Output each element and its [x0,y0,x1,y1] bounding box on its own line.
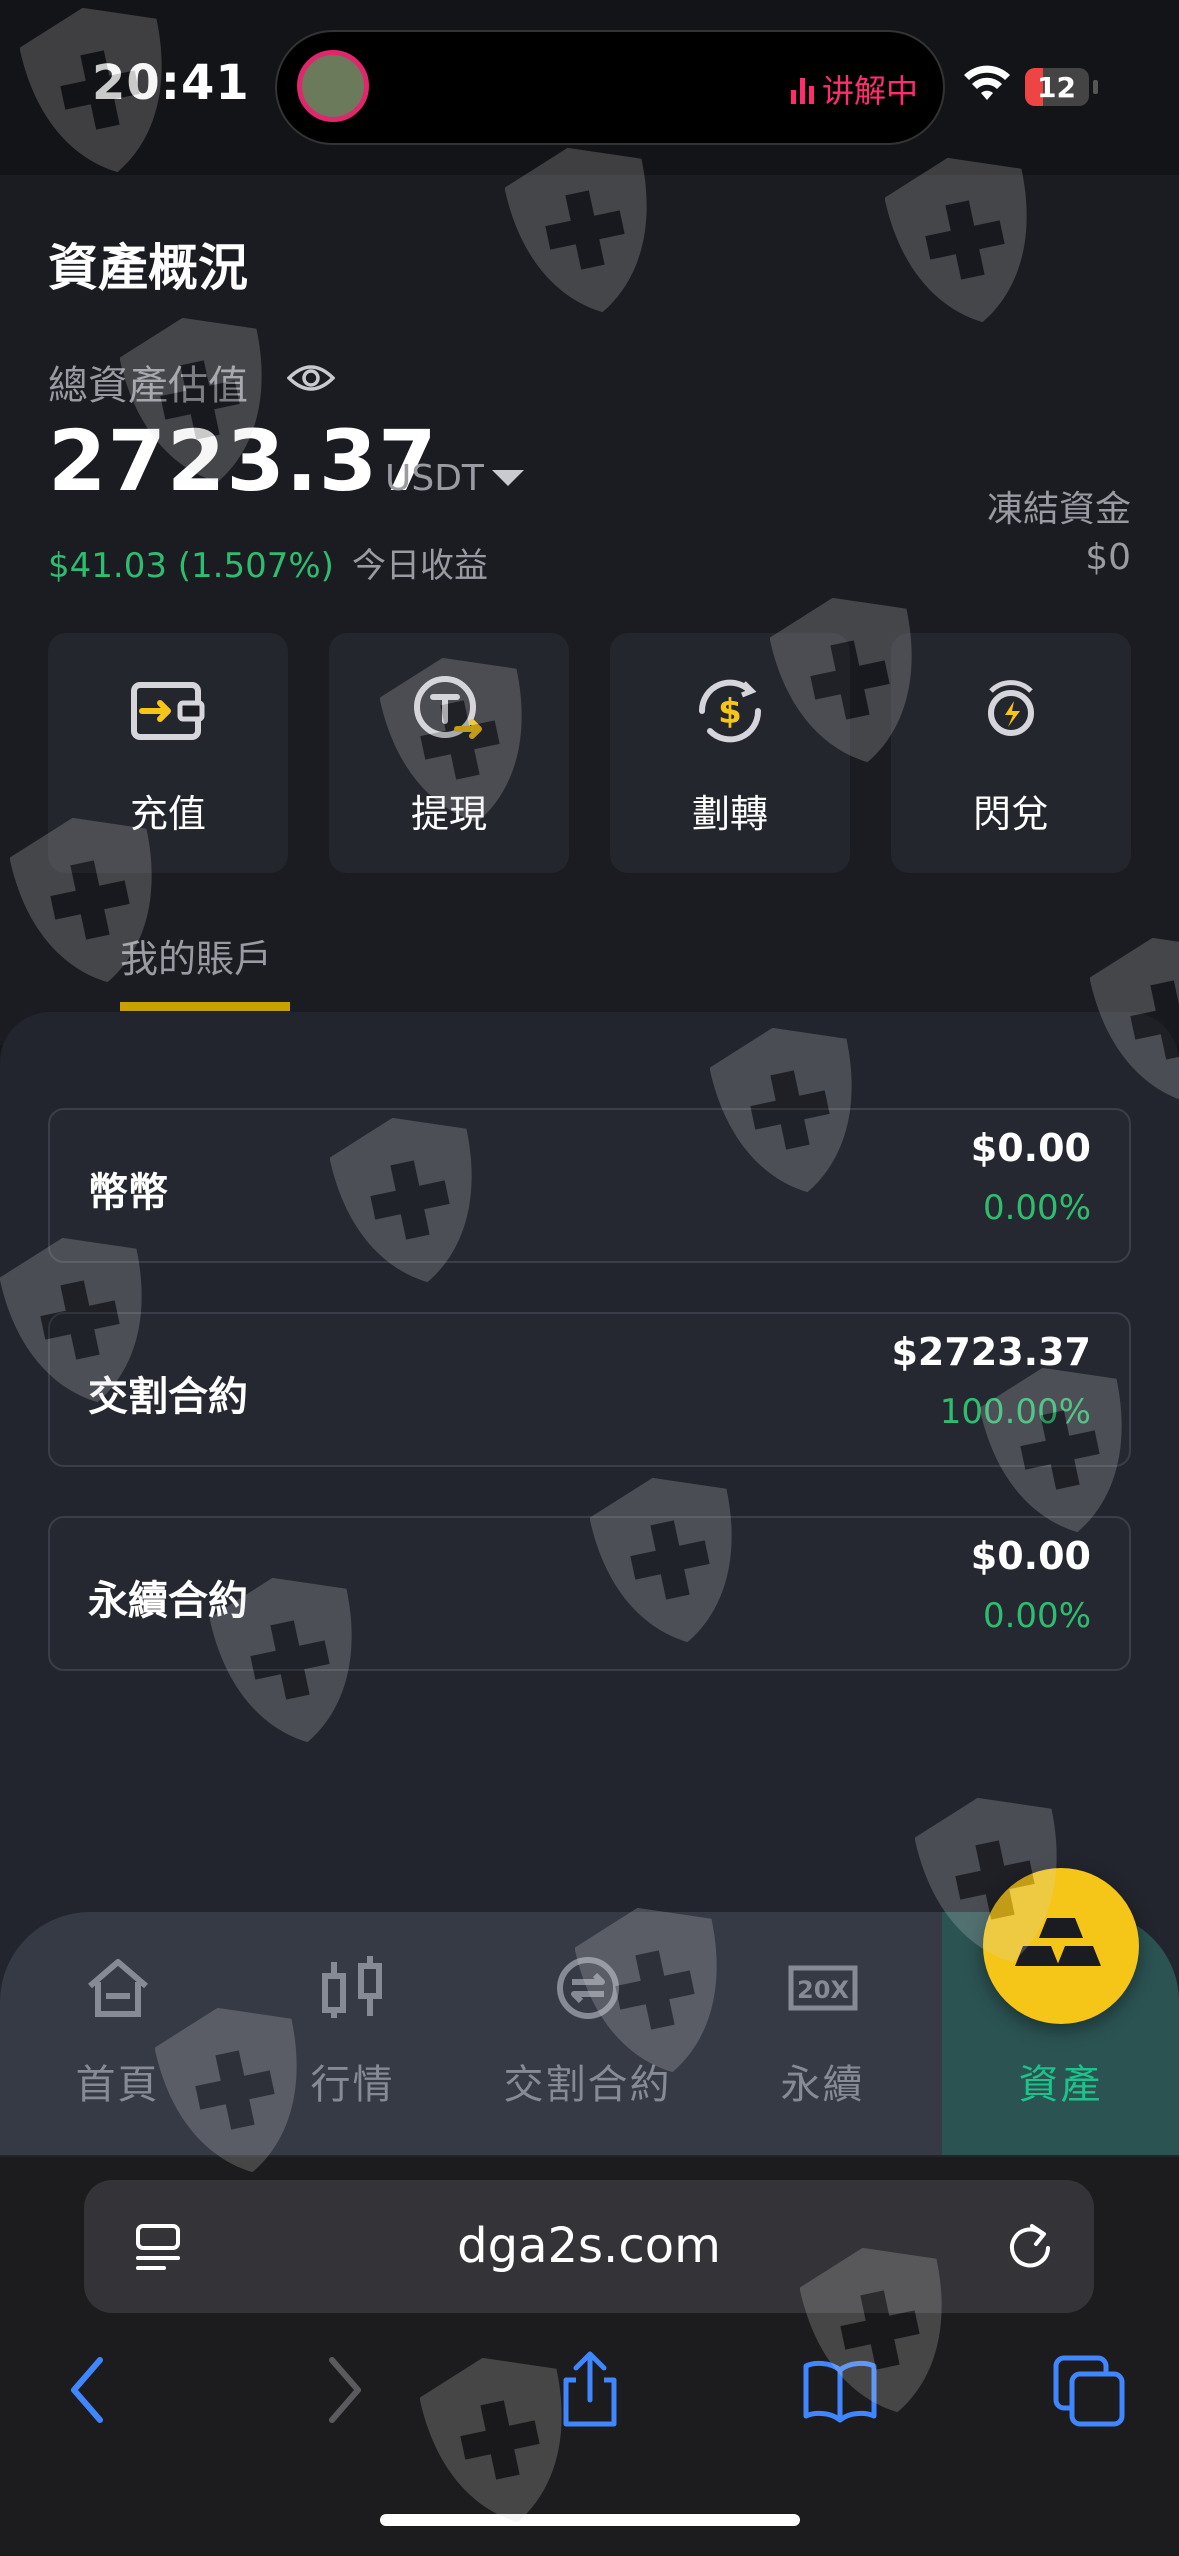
audio-bars-icon [790,74,814,104]
flash-exchange-icon [988,680,1034,736]
tether-withdraw-icon [414,676,482,739]
live-avatar [297,50,369,122]
account-value: $2723.37 [891,1330,1091,1374]
nav-label: 永續 [780,2062,865,2108]
forward-icon[interactable] [312,2350,372,2430]
today-profit: $41.03 (1.507%) 今日收益 [48,538,488,587]
total-balance: 2723.37 [48,412,438,510]
tabs-icon[interactable] [1050,2350,1130,2430]
page-title: 資產概況 [48,239,248,297]
20x-leverage-icon: 20X [788,1965,858,2011]
account-name: 交割合約 [88,1374,248,1420]
gold-bars-icon [1015,1918,1101,1966]
account-percent: 0.00% [982,1188,1091,1228]
deposit-button[interactable]: 充值 [48,633,288,873]
account-value: $0.00 [970,1534,1091,1578]
wifi-icon [964,65,1010,100]
today-profit-label: 今日收益 [351,546,488,586]
deposit-label: 充值 [129,792,206,836]
nav-perpetual[interactable]: 20X 永續 [705,1912,940,2155]
frozen-funds-label: 凍結資金 [986,489,1131,530]
swap-circle-icon [557,1957,619,2019]
account-row-delivery[interactable]: 交割合約 $2723.37 100.00% [48,1312,1131,1467]
status-time: 20:41 [92,55,250,111]
nav-label: 首頁 [75,2062,160,2108]
address-bar[interactable]: dga2s.com [84,2180,1094,2313]
account-percent: 0.00% [982,1596,1091,1636]
wallet-deposit-icon [131,682,205,740]
withdraw-button[interactable]: 提現 [329,633,569,873]
account-value: $0.00 [970,1126,1091,1170]
live-label: 讲解中 [821,72,918,110]
tab-active-indicator [120,1002,290,1011]
svg-text:20X: 20X [797,1976,849,2004]
account-name: 幣幣 [88,1170,168,1216]
flash-exchange-label: 閃兌 [972,792,1049,836]
svg-text:$: $ [718,692,742,732]
nav-market[interactable]: 行情 [235,1912,470,2155]
currency-selector[interactable]: USDT [385,458,484,499]
assets-header [0,175,1179,1045]
nav-delivery-contract[interactable]: 交割合約 [470,1912,705,2155]
account-percent: 100.00% [939,1392,1091,1432]
transfer-label: 劃轉 [691,792,768,836]
home-indicator [380,2514,800,2526]
assets-fab[interactable] [983,1868,1139,2024]
nav-label: 交割合約 [503,2062,672,2108]
url-text: dga2s.com [457,2218,721,2274]
candlestick-icon [322,1956,382,2018]
home-icon [88,1959,148,2017]
withdraw-label: 提現 [410,792,487,836]
transfer-button[interactable]: $ 劃轉 [610,633,850,873]
share-icon[interactable] [552,2350,628,2430]
total-assets-label: 總資產估值 [48,363,248,409]
flash-exchange-button[interactable]: 閃兌 [891,633,1131,873]
eye-icon[interactable] [287,362,335,394]
nav-label: 行情 [310,2062,395,2108]
live-indicator: 讲解中 [790,66,918,112]
account-row-perpetual[interactable]: 永續合約 $0.00 0.00% [48,1516,1131,1671]
account-name: 永續合約 [88,1578,248,1624]
dynamic-island[interactable]: 讲解中 [275,30,945,145]
nav-label: 資產 [1018,2062,1103,2108]
back-icon[interactable] [60,2350,120,2430]
reload-icon[interactable] [1002,2220,1054,2272]
caret-down-icon[interactable] [492,470,524,486]
tab-my-accounts[interactable]: 我的賬戶 [120,928,272,983]
today-profit-value: $41.03 (1.507%) [48,546,334,586]
bookmarks-icon[interactable] [800,2350,880,2430]
frozen-funds-value: $0 [1085,537,1131,578]
battery-icon: 12 [1025,68,1099,106]
account-row-spot[interactable]: 幣幣 $0.00 0.00% [48,1108,1131,1263]
dollar-transfer-icon: $ [698,679,762,743]
status-bar: 20:41 讲解中 12 [0,0,1179,175]
nav-home[interactable]: 首頁 [0,1912,235,2155]
